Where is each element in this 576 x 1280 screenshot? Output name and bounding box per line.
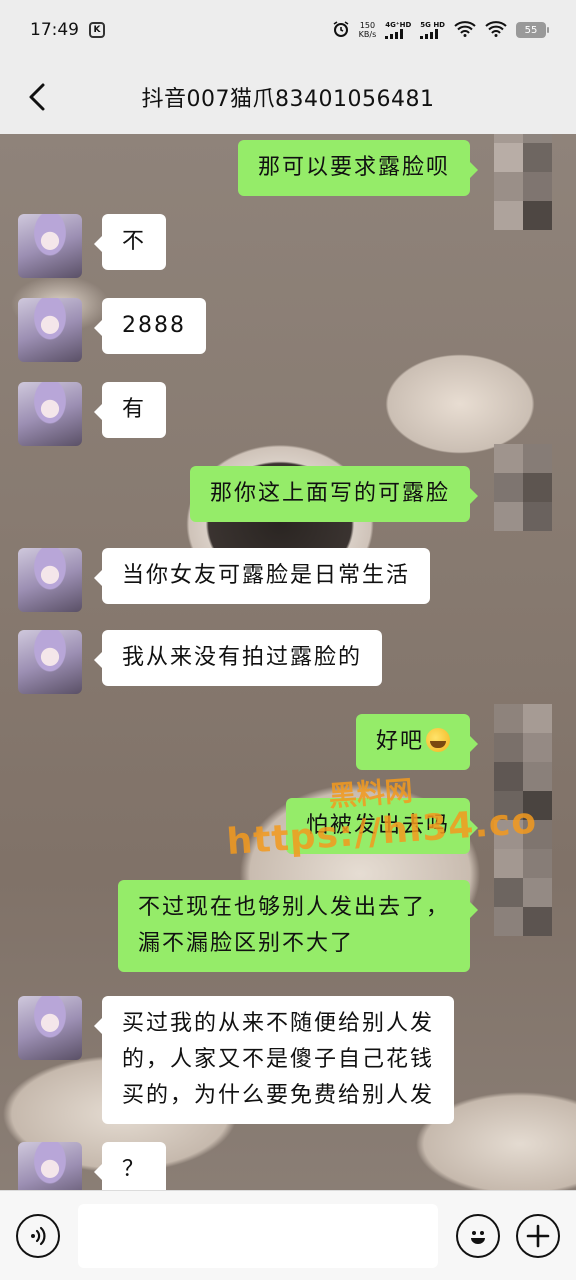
voice-icon <box>31 1226 46 1245</box>
avatar[interactable] <box>18 298 82 362</box>
avatar[interactable] <box>18 1142 82 1190</box>
message-row: 不过现在也够别人发出去了， 漏不漏脸区别不大了 <box>117 880 479 972</box>
avatar[interactable] <box>18 214 82 278</box>
chevron-left-icon <box>29 83 45 111</box>
message-row: 那可以要求露脸呗 <box>237 140 479 196</box>
message-bubble-other[interactable]: 买过我的从来不随便给别人发 的，人家又不是傻子自己花钱 买的，为什么要免费给别人… <box>93 996 455 1124</box>
mosaic-avatar <box>494 134 552 230</box>
grimace-emoji-icon <box>426 728 450 752</box>
mosaic-avatar <box>494 704 552 936</box>
message-row: 买过我的从来不随便给别人发 的，人家又不是傻子自己花钱 买的，为什么要免费给别人… <box>18 996 455 1124</box>
message-bubble-own[interactable]: 那你这上面写的可露脸 <box>189 466 479 522</box>
avatar[interactable] <box>18 630 82 694</box>
voice-button[interactable] <box>16 1213 60 1258</box>
message-bubble-other[interactable]: ？ <box>93 1142 167 1190</box>
message-bubble-other[interactable]: 不 <box>93 214 167 270</box>
app-notification-icon: K <box>89 22 105 38</box>
message-row: 2888 <box>18 298 206 362</box>
signal-bars-icon <box>420 29 439 39</box>
message-row: 好吧 <box>355 714 479 770</box>
network-label-1: 4G⁺HD <box>385 21 412 29</box>
chat-title: 抖音007猫爪83401056481 <box>141 87 435 112</box>
plus-icon <box>526 1224 550 1247</box>
alarm-icon <box>332 20 350 41</box>
input-bar <box>0 1190 576 1280</box>
message-bubble-own[interactable]: 好吧 <box>355 714 479 770</box>
chat-header: 抖音007猫爪83401056481 <box>0 60 576 134</box>
mosaic-avatar <box>494 444 552 531</box>
network-label-2: 5G HD <box>420 21 445 29</box>
message-row: 怕被发出去吗 <box>285 798 479 854</box>
back-button[interactable] <box>20 80 54 114</box>
signal-bars-icon <box>385 29 404 39</box>
wifi-icon <box>485 20 507 40</box>
message-bubble-own[interactable]: 那可以要求露脸呗 <box>237 140 479 196</box>
message-bubble-own[interactable]: 不过现在也够别人发出去了， 漏不漏脸区别不大了 <box>117 880 479 972</box>
status-time: 17:49 <box>30 20 79 40</box>
battery-icon: 55 <box>516 22 549 38</box>
emoji-button[interactable] <box>456 1213 500 1258</box>
network-speed: 150 KB/s <box>359 21 377 39</box>
message-row: 当你女友可露脸是日常生活 <box>18 548 431 612</box>
message-row: 那你这上面写的可露脸 <box>189 466 479 522</box>
speed-unit: KB/s <box>358 30 377 39</box>
message-bubble-other[interactable]: 当你女友可露脸是日常生活 <box>93 548 431 604</box>
battery-level: 55 <box>524 24 538 36</box>
avatar[interactable] <box>18 548 82 612</box>
message-row: 有 <box>18 382 167 446</box>
message-row: 不 <box>18 214 167 278</box>
message-input[interactable] <box>78 1203 438 1268</box>
more-button[interactable] <box>516 1213 560 1258</box>
message-bubble-other[interactable]: 我从来没有拍过露脸的 <box>93 630 383 686</box>
message-text: 好吧 <box>375 729 424 754</box>
avatar[interactable] <box>18 996 82 1060</box>
message-bubble-own[interactable]: 怕被发出去吗 <box>285 798 479 854</box>
message-row: 我从来没有拍过露脸的 <box>18 630 383 694</box>
signal-1: 4G⁺HD <box>385 21 411 39</box>
signal-2: 5G HD <box>420 21 445 39</box>
message-bubble-other[interactable]: 2888 <box>94 298 206 354</box>
wifi-icon <box>454 20 476 40</box>
smiley-icon <box>471 1230 485 1244</box>
chat-area[interactable]: 那可以要求露脸呗 不 2888 有 那你这上面写的可露脸 当你女友可露脸是日常生… <box>0 134 576 1190</box>
status-icons: 150 KB/s 4G⁺HD 5G HD 55 <box>332 20 549 41</box>
speed-value: 150 <box>359 21 376 30</box>
status-bar: 17:49 K 150 KB/s 4G⁺HD 5G HD 55 <box>0 0 576 60</box>
message-row: ？ <box>18 1142 167 1190</box>
avatar[interactable] <box>18 382 82 446</box>
message-bubble-other[interactable]: 有 <box>93 382 167 438</box>
